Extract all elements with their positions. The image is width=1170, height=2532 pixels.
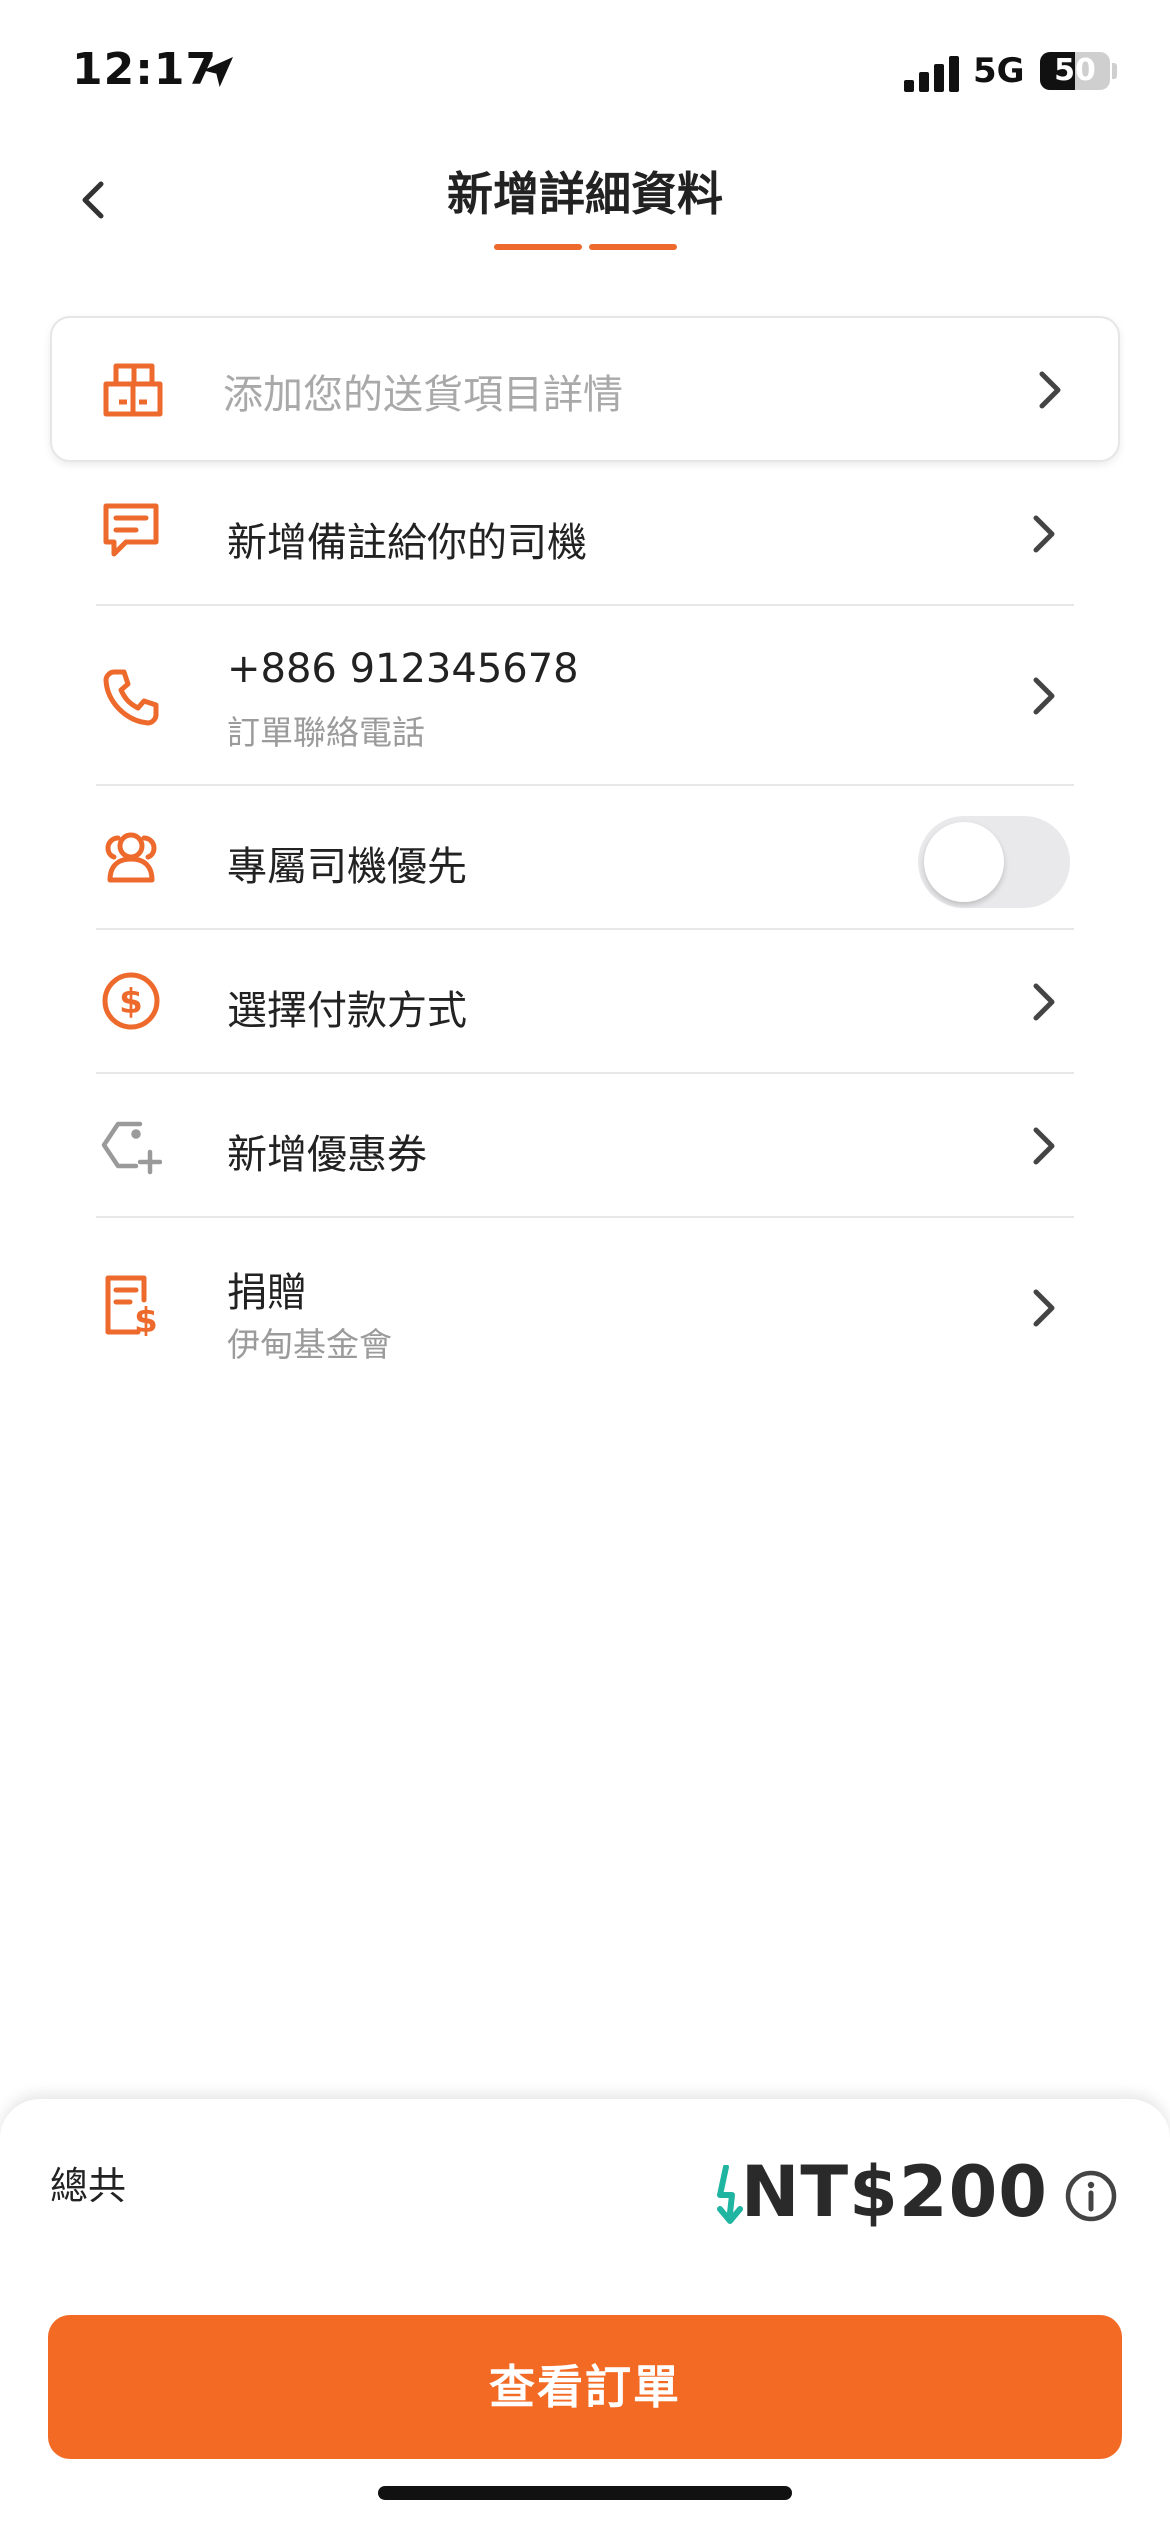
- dedicated-driver-row: 專屬司機優先: [96, 786, 1074, 930]
- chevron-right-icon: [1033, 677, 1055, 715]
- order-summary-sheet: 總共 NT$200 查看訂單: [0, 2098, 1170, 2532]
- chevron-right-icon: [1033, 1289, 1055, 1327]
- progress-step-2: [589, 244, 677, 250]
- donation-label: 捐贈: [227, 1270, 307, 1316]
- chevron-right-icon: [1033, 515, 1055, 553]
- info-icon[interactable]: [1064, 2169, 1118, 2223]
- people-icon: [105, 832, 157, 883]
- battery-indicator: 50: [1040, 52, 1110, 90]
- driver-note-row[interactable]: 新增備註給你的司機: [96, 462, 1074, 606]
- dedicated-driver-label: 專屬司機優先: [227, 844, 467, 890]
- chevron-right-icon: [1039, 371, 1061, 409]
- payment-method-label: 選擇付款方式: [227, 988, 467, 1034]
- total-price: NT$200: [740, 2151, 1048, 2233]
- svg-text:$: $: [134, 1301, 158, 1336]
- dollar-coin-icon: $: [102, 972, 160, 1030]
- page: 12:17 5G 50 新增詳細資料 添加您的送貨項目詳情 新增備註給你的司機 …: [0, 0, 1170, 2532]
- phone-row[interactable]: +886 912345678 訂單聯絡電話: [96, 606, 1074, 786]
- tag-plus-icon: [101, 1121, 162, 1175]
- view-order-button[interactable]: 查看訂單: [48, 2315, 1122, 2459]
- item-details-placeholder: 添加您的送貨項目詳情: [223, 372, 623, 418]
- phone-number: +886 912345678: [227, 646, 579, 692]
- battery-level: 50: [1054, 53, 1096, 88]
- donation-doc-icon: $: [105, 1275, 158, 1336]
- item-details-card[interactable]: 添加您的送貨項目詳情: [50, 316, 1120, 462]
- home-indicator: [378, 2486, 792, 2500]
- message-icon: [103, 503, 159, 557]
- progress-step-1: [494, 244, 582, 250]
- phone-icon: [103, 669, 159, 726]
- page-title: 新增詳細資料: [447, 167, 723, 221]
- donation-subtitle: 伊甸基金會: [227, 1325, 392, 1364]
- boxes-icon: [103, 363, 163, 417]
- phone-subtitle: 訂單聯絡電話: [227, 713, 425, 752]
- coupon-label: 新增優惠券: [227, 1132, 427, 1178]
- battery-cap: [1112, 63, 1117, 79]
- svg-text:$: $: [119, 982, 143, 1022]
- toggle-knob: [924, 822, 1004, 902]
- donation-row[interactable]: $ 捐贈 伊甸基金會: [96, 1218, 1074, 1398]
- network-type: 5G: [973, 51, 1025, 91]
- chevron-right-icon: [1033, 1127, 1055, 1165]
- status-time: 12:17: [72, 44, 218, 95]
- chevron-right-icon: [1033, 983, 1055, 1021]
- status-bar: 12:17 5G 50: [0, 0, 1170, 150]
- driver-note-label: 新增備註給你的司機: [227, 520, 587, 566]
- payment-method-row[interactable]: $ 選擇付款方式: [96, 930, 1074, 1074]
- location-arrow-icon: [203, 57, 233, 87]
- dedicated-driver-toggle[interactable]: [918, 816, 1070, 908]
- signal-bars-icon: [904, 56, 959, 92]
- total-label: 總共: [50, 2164, 127, 2208]
- coupon-row[interactable]: 新增優惠券: [96, 1074, 1074, 1218]
